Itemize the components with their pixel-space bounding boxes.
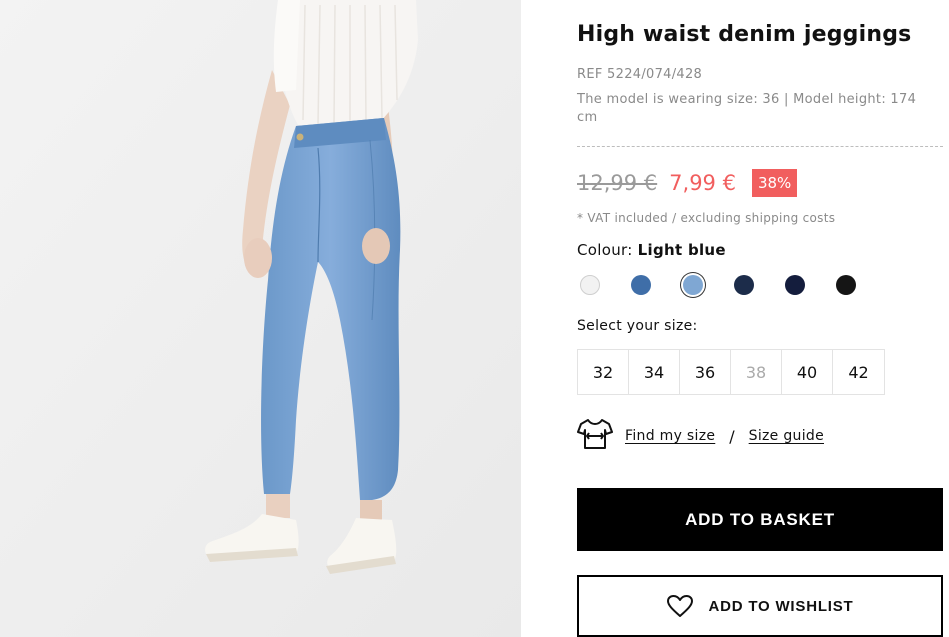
size-guide-link[interactable]: Size guide: [749, 428, 824, 444]
product-ref: REF 5224/074/428: [577, 67, 703, 82]
size-option[interactable]: 40: [782, 350, 833, 394]
wishlist-label: ADD TO WISHLIST: [708, 597, 854, 615]
add-to-wishlist-button[interactable]: ADD TO WISHLIST: [577, 575, 943, 637]
colour-swatch-light-blue[interactable]: [683, 275, 703, 295]
colour-swatch-black[interactable]: [836, 275, 856, 295]
fit-separator: /: [729, 426, 735, 446]
find-my-size-link[interactable]: Find my size: [625, 428, 715, 444]
selected-colour-name: Light blue: [637, 241, 726, 259]
price-row: 12,99 € 7,99 € 38%: [577, 167, 798, 199]
heart-icon: [666, 594, 694, 618]
product-title: High waist denim jeggings: [577, 22, 912, 47]
vat-note: * VAT included / excluding shipping cost…: [577, 211, 836, 225]
size-option[interactable]: 34: [629, 350, 680, 394]
size-option[interactable]: 42: [833, 350, 884, 394]
old-price: 12,99 €: [577, 171, 658, 195]
divider: [577, 146, 943, 147]
colour-swatch-white[interactable]: [580, 275, 600, 295]
size-selector: 32 34 36 38 40 42: [577, 349, 885, 395]
colour-swatch-mid-blue[interactable]: [631, 275, 651, 295]
size-option[interactable]: 36: [680, 350, 731, 394]
colour-swatch-navy[interactable]: [785, 275, 805, 295]
size-option[interactable]: 38: [731, 350, 782, 394]
product-image[interactable]: [0, 0, 521, 637]
colour-swatches: [577, 273, 877, 299]
colour-label-row: Colour: Light blue: [577, 241, 726, 259]
model-info: The model is wearing size: 36 | Model he…: [577, 92, 917, 125]
product-photo: [0, 0, 521, 637]
size-label: Select your size:: [577, 318, 698, 334]
sale-price: 7,99 €: [669, 171, 736, 195]
size-option[interactable]: 32: [578, 350, 629, 394]
tshirt-measure-icon: [577, 418, 613, 454]
colour-label: Colour:: [577, 241, 633, 259]
add-to-basket-button[interactable]: ADD TO BASKET: [577, 488, 943, 551]
discount-badge: 38%: [751, 169, 798, 197]
colour-swatch-dark-blue[interactable]: [734, 275, 754, 295]
product-details: High waist denim jeggings REF 5224/074/4…: [577, 0, 943, 637]
fit-links: Find my size / Size guide: [577, 418, 824, 454]
